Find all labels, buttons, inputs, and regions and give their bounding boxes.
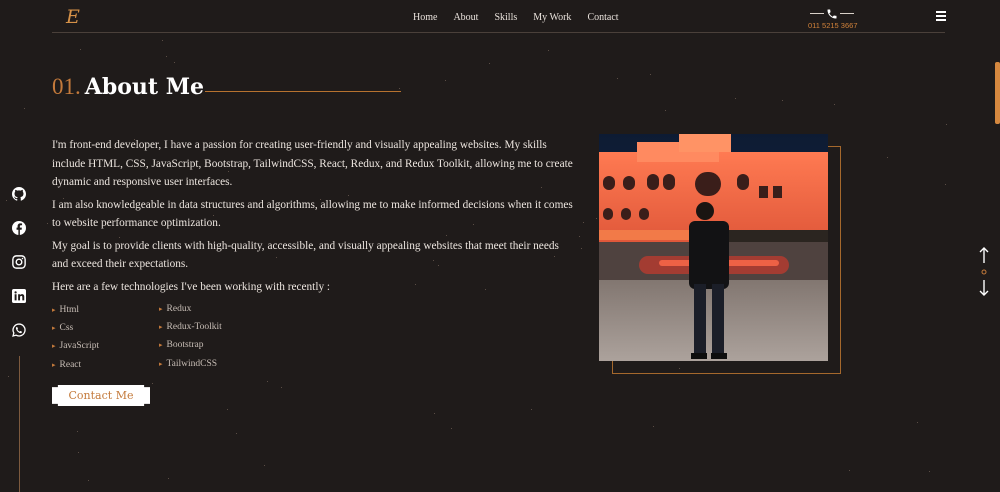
about-paragraph: I'm front-end developer, I have a passio… [52, 139, 573, 188]
star [267, 381, 268, 382]
github-icon[interactable] [12, 187, 26, 201]
star [77, 431, 78, 432]
nav-home[interactable]: Home [413, 12, 437, 23]
phone-icon [827, 9, 837, 19]
nav-my-work[interactable]: My Work [533, 12, 571, 23]
page-scrollbar[interactable] [995, 62, 1000, 124]
star [281, 387, 282, 388]
list-item: ▸ JavaScript [52, 341, 100, 352]
about-paragraph: Here are a few technologies I've been wo… [52, 280, 331, 293]
star [434, 413, 435, 414]
star [8, 376, 9, 377]
bullet-icon: ▸ [52, 324, 56, 333]
star [579, 236, 580, 237]
star [166, 56, 167, 57]
profile-photo [599, 134, 828, 361]
star [617, 78, 618, 79]
bullet-icon: ▸ [52, 342, 56, 351]
tech-column: ▸ Redux ▸ Redux-Toolkit ▸ Bootstrap ▸ Tailwi… [159, 300, 222, 373]
star [227, 409, 228, 410]
list-item: ▸ Bootstrap [159, 340, 204, 351]
list-item: ▸ Redux [159, 304, 192, 314]
facebook-icon[interactable] [12, 221, 26, 235]
about-paragraph: I am also knowledgeable in data structur… [52, 198, 573, 230]
bullet-icon: ▸ [159, 305, 163, 313]
star [650, 74, 651, 75]
star [581, 248, 582, 249]
bullet-icon: ▸ [52, 306, 56, 314]
star [88, 480, 89, 481]
section-title: 01. About Me [52, 74, 204, 100]
section-number: 01. [52, 74, 81, 99]
list-item: ▸ Redux-Toolkit [159, 322, 222, 333]
star [596, 218, 597, 219]
star [782, 100, 783, 101]
about-text: I'm front-end developer, I have a passio… [52, 136, 574, 300]
whatsapp-icon[interactable] [12, 323, 26, 337]
star [887, 157, 888, 158]
nav-skills[interactable]: Skills [494, 12, 517, 23]
about-paragraph: My goal is to provide clients with high-… [52, 239, 559, 271]
header: E Home About Skills My Work Contact 011 … [52, 0, 946, 33]
main-nav: Home About Skills My Work Contact [413, 12, 635, 23]
star [236, 433, 237, 434]
star [945, 184, 946, 185]
tech-column: ▸ Html ▸ Css ▸ JavaScript ▸ React [52, 301, 99, 374]
star [548, 50, 549, 51]
star [264, 465, 265, 466]
contact-me-button[interactable]: Contact Me [52, 385, 150, 406]
list-item: ▸ Html [52, 305, 80, 315]
logo[interactable]: E [66, 6, 84, 28]
star [47, 223, 48, 224]
scroll-indicator [981, 269, 987, 275]
star [24, 108, 25, 109]
section-heading: About Me [84, 74, 205, 100]
star [653, 426, 654, 427]
star [399, 88, 400, 89]
star [531, 409, 532, 410]
star [6, 200, 7, 201]
star [168, 478, 169, 479]
bullet-icon: ▸ [159, 341, 163, 350]
star [929, 471, 930, 472]
star [834, 104, 835, 105]
star [78, 452, 79, 453]
star [849, 470, 850, 471]
scroll-navigation [977, 247, 991, 297]
star [665, 110, 666, 111]
star [152, 383, 153, 384]
instagram-icon[interactable] [12, 255, 26, 269]
star [445, 80, 446, 81]
title-underline [205, 91, 401, 92]
nav-about[interactable]: About [453, 12, 478, 23]
star [917, 422, 918, 423]
list-item: ▸ React [52, 359, 82, 370]
phone-contact[interactable]: 011 5215 3667 [808, 8, 858, 30]
list-item: ▸ TailwindCSS [159, 358, 218, 369]
nav-contact[interactable]: Contact [587, 12, 618, 23]
list-item: ▸ Css [52, 323, 74, 334]
menu-icon[interactable] [936, 11, 946, 21]
divider [810, 13, 824, 14]
star [162, 40, 163, 41]
bullet-icon: ▸ [159, 359, 163, 368]
star [946, 124, 947, 125]
linkedin-icon[interactable] [12, 289, 26, 303]
star [80, 49, 81, 50]
divider [840, 13, 854, 14]
bullet-icon: ▸ [52, 360, 56, 369]
arrow-up-icon[interactable] [979, 247, 989, 263]
star [735, 98, 736, 99]
social-divider [19, 356, 20, 492]
phone-number[interactable]: 011 5215 3667 [808, 21, 858, 30]
star [583, 222, 584, 223]
bullet-icon: ▸ [159, 323, 163, 332]
star [489, 63, 490, 64]
arrow-down-icon[interactable] [979, 280, 989, 296]
star [174, 62, 175, 63]
social-links [12, 187, 28, 357]
star [451, 428, 452, 429]
